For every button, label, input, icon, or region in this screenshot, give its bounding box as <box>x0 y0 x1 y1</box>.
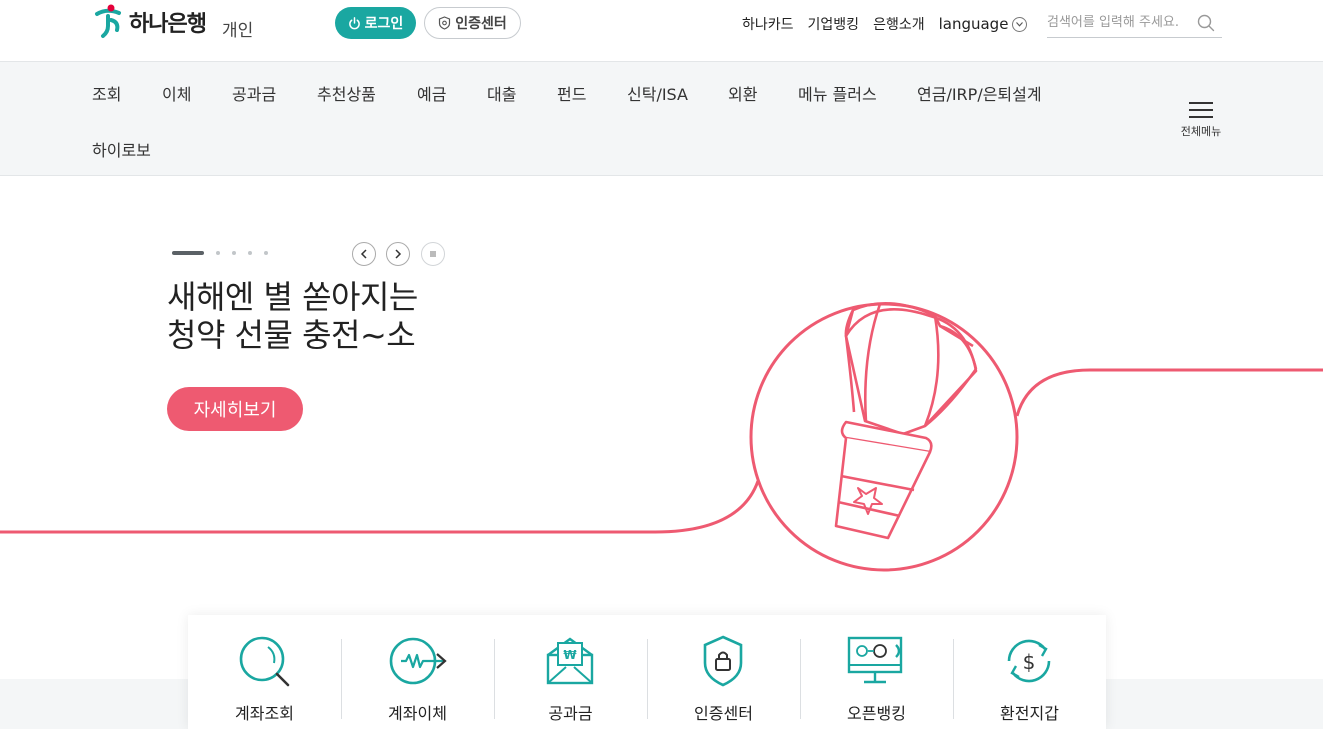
quick-certificate-center[interactable]: 인증센터 <box>647 615 800 729</box>
search-icon[interactable] <box>1197 14 1215 32</box>
nav-item-loan[interactable]: 대출 <box>487 81 516 105</box>
language-selector[interactable]: language <box>939 15 1028 33</box>
logo-text: 하나은행 <box>129 12 207 37</box>
login-button[interactable]: 로그인 <box>335 7 416 39</box>
slide-indicators <box>172 251 268 255</box>
chevron-right-icon <box>395 249 402 259</box>
link-corporate-banking[interactable]: 기업뱅킹 <box>808 14 860 34</box>
bill-envelope-icon: ₩ <box>546 637 594 685</box>
header: 하나은행 개인 로그인 인증센터 하나카드 기업뱅킹 은행소개 language <box>0 0 1323 62</box>
quick-exchange-wallet[interactable]: $ 환전지갑 <box>953 615 1106 729</box>
chevron-down-icon <box>1012 16 1028 32</box>
nav-item-trust-isa[interactable]: 신탁/ISA <box>627 81 688 105</box>
quick-account-inquiry[interactable]: 계좌조회 <box>188 615 341 729</box>
slide-prev-button[interactable] <box>352 242 376 266</box>
monitor-globe-icon <box>847 636 903 684</box>
quick-utility-bills[interactable]: ₩ 공과금 <box>494 615 647 729</box>
main-nav: 조회 이체 공과금 추천상품 예금 대출 펀드 신탁/ISA 외환 메뉴 플러스… <box>0 62 1323 176</box>
nav-item-deposit[interactable]: 예금 <box>417 81 446 105</box>
quick-label: 인증센터 <box>694 704 753 723</box>
all-menu-label: 전체메뉴 <box>1180 125 1222 138</box>
hero-banner: 새해엔 별 쏟아지는 청약 선물 충전~소 자세히보기 <box>0 176 1323 679</box>
nav-item-foreign-exchange[interactable]: 외환 <box>728 81 757 105</box>
nav-item-recommended-products[interactable]: 추천상품 <box>317 81 376 105</box>
slide-dot-2[interactable] <box>216 251 220 255</box>
personal-label: 개인 <box>222 21 254 41</box>
link-hanacard[interactable]: 하나카드 <box>742 14 794 34</box>
hero-title-line-1: 새해엔 별 쏟아지는 <box>167 278 418 316</box>
certificate-center-button[interactable]: 인증센터 <box>424 7 521 39</box>
nav-item-pension[interactable]: 연금/IRP/은퇴설계 <box>917 81 1042 105</box>
quick-label: 오픈뱅킹 <box>847 704 906 723</box>
quick-menu: 계좌조회 계좌이체 ₩ 공과금 인증센터 오픈뱅킹 $ 환전지갑 <box>188 615 1106 729</box>
nav-item-fund[interactable]: 펀드 <box>557 81 586 105</box>
magnifier-icon <box>239 636 290 687</box>
nav-item-transfer[interactable]: 이체 <box>162 81 191 105</box>
slide-next-button[interactable] <box>386 242 410 266</box>
search-box <box>1047 8 1222 38</box>
svg-text:$: $ <box>1023 650 1036 674</box>
quick-label: 공과금 <box>548 704 593 723</box>
currency-exchange-icon: $ <box>1007 639 1051 683</box>
slide-dot-1[interactable] <box>172 251 204 255</box>
link-bank-intro[interactable]: 은행소개 <box>873 14 925 34</box>
quick-label: 계좌조회 <box>235 704 294 723</box>
slide-dot-4[interactable] <box>248 251 252 255</box>
shield-icon <box>439 16 451 30</box>
quick-label: 계좌이체 <box>388 704 447 723</box>
view-details-button[interactable]: 자세히보기 <box>167 387 303 431</box>
quick-account-transfer[interactable]: 계좌이체 <box>341 615 494 729</box>
hamburger-icon <box>1178 102 1224 118</box>
quick-label: 환전지갑 <box>1000 704 1059 723</box>
certificate-center-label: 인증센터 <box>455 16 507 32</box>
chevron-left-icon <box>360 249 367 259</box>
nav-item-inquiry[interactable]: 조회 <box>92 81 121 105</box>
hana-bank-logo[interactable]: 하나은행 <box>93 4 207 40</box>
power-icon <box>348 16 360 29</box>
login-label: 로그인 <box>364 16 404 32</box>
transfer-icon <box>389 637 447 685</box>
slide-dot-3[interactable] <box>232 251 236 255</box>
svg-text:₩: ₩ <box>563 648 577 662</box>
all-menu-button[interactable]: 전체메뉴 <box>1178 102 1224 139</box>
nav-item-menu-plus[interactable]: 메뉴 플러스 <box>798 81 877 105</box>
hero-title: 새해엔 별 쏟아지는 청약 선물 충전~소 <box>167 278 418 354</box>
search-input[interactable] <box>1047 15 1197 30</box>
hero-title-line-2: 청약 선물 충전~소 <box>167 316 416 354</box>
nav-item-hirobo[interactable]: 하이로보 <box>92 137 151 161</box>
slide-stop-button[interactable] <box>421 242 445 266</box>
slide-dot-5[interactable] <box>264 251 268 255</box>
language-label: language <box>938 15 1009 33</box>
stop-icon <box>430 251 436 257</box>
top-links: 하나카드 기업뱅킹 은행소개 language <box>742 14 1028 34</box>
nav-item-utility-bills[interactable]: 공과금 <box>232 81 276 105</box>
quick-open-banking[interactable]: 오픈뱅킹 <box>800 615 953 729</box>
hana-logo-icon <box>95 4 121 38</box>
shield-lock-icon <box>703 635 743 687</box>
